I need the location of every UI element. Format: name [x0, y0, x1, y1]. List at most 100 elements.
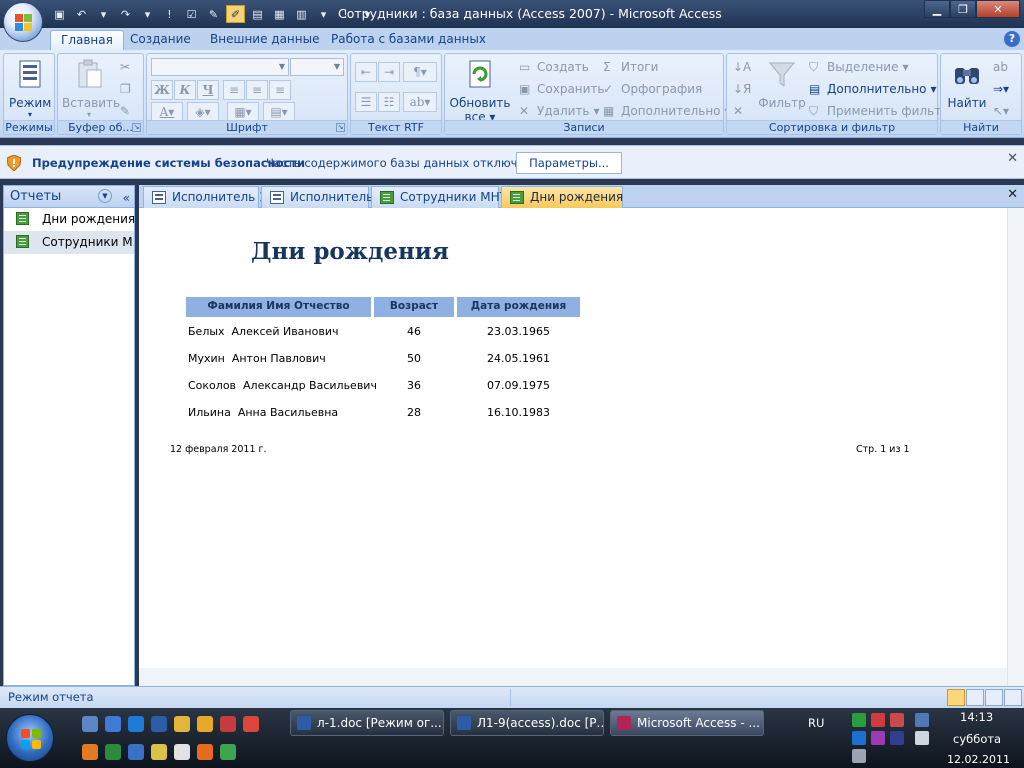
align-center-icon[interactable]: ≡: [246, 80, 268, 100]
taskbar-item-access[interactable]: Microsoft Access - ...: [610, 710, 764, 736]
quicklaunch-desktop-icon[interactable]: [105, 716, 121, 732]
paste-button[interactable]: Вставить ▾: [62, 58, 120, 119]
doc-tab-executor[interactable]: Исполнитель: [261, 186, 373, 208]
new-record-button[interactable]: ▭ Создать: [519, 58, 589, 76]
bold-button[interactable]: Ж: [151, 80, 173, 100]
report-view[interactable]: Дни рождения Фамилия Имя Отчество Возрас…: [139, 208, 1007, 668]
doc-tab-employees-mnt[interactable]: Сотрудники МНТ: [371, 186, 507, 208]
filter-button[interactable]: Фильтр: [757, 58, 807, 110]
print-preview-icon[interactable]: [966, 689, 984, 706]
quicklaunch-doc-icon[interactable]: [174, 744, 190, 760]
view-button[interactable]: Режим ▾: [9, 58, 51, 119]
align-left-icon[interactable]: ≡: [223, 80, 245, 100]
sort-descending-icon[interactable]: ↓Я: [733, 80, 751, 98]
form-icon[interactable]: ▤: [248, 5, 267, 23]
more-records-button[interactable]: ▦Дополнительно ▾: [603, 102, 731, 120]
start-button[interactable]: [6, 714, 54, 762]
tab-home[interactable]: Главная: [50, 30, 124, 50]
edit-icon[interactable]: ✎: [204, 5, 223, 23]
layout-view-icon[interactable]: [985, 689, 1003, 706]
doc-tab-executor-1[interactable]: Исполнитель 1: [143, 186, 267, 208]
office-button[interactable]: [3, 2, 43, 42]
quicklaunch-icq-icon[interactable]: [220, 744, 236, 760]
close-warning-icon[interactable]: ✕: [1007, 151, 1018, 166]
doc-tab-birthdays[interactable]: Дни рождения: [501, 186, 623, 208]
chevron-down-icon[interactable]: ▼: [98, 189, 112, 203]
maximize-button[interactable]: ❐: [950, 0, 976, 18]
spelling-button[interactable]: ✓ Орфография: [603, 80, 702, 98]
options-button[interactable]: Параметры...: [516, 152, 622, 174]
layout-dropdown-icon[interactable]: ▾: [314, 5, 333, 23]
nav-item-birthdays[interactable]: Дни рождения: [4, 208, 134, 231]
quicklaunch-app-icon[interactable]: [128, 744, 144, 760]
taskbar-item-doc2[interactable]: Л1-9(access).doc [Р...: [450, 710, 604, 736]
quicklaunch-word-icon[interactable]: [151, 716, 167, 732]
alternate-fill-icon[interactable]: ▤▾: [263, 102, 295, 122]
close-button[interactable]: ✕: [976, 0, 1020, 18]
copy-icon[interactable]: ❐: [120, 80, 131, 98]
align-right-icon[interactable]: ≡: [269, 80, 291, 100]
totals-button[interactable]: Σ Итоги: [603, 58, 658, 76]
numbering-icon[interactable]: ☷: [378, 92, 400, 112]
italic-button[interactable]: К: [174, 80, 196, 100]
goto-icon[interactable]: ⇒▾: [993, 80, 1009, 98]
redo-dropdown-icon[interactable]: ▾: [138, 5, 157, 23]
tray-h-icon[interactable]: [852, 713, 866, 727]
save-icon[interactable]: ▣: [50, 5, 69, 23]
quicklaunch-tools-icon[interactable]: [151, 744, 167, 760]
tray-network-icon[interactable]: [890, 713, 904, 727]
undo-icon[interactable]: ↶: [72, 5, 91, 23]
sort-ascending-icon[interactable]: ↓А: [733, 58, 751, 76]
delete-record-button[interactable]: ✕ Удалить ▾: [519, 102, 600, 120]
exclamation-icon[interactable]: !: [160, 5, 179, 23]
clipboard-launcher-icon[interactable]: ↘: [132, 123, 141, 132]
increase-indent-icon[interactable]: ⇥: [378, 62, 400, 82]
tray-3d-icon[interactable]: [890, 731, 904, 745]
table-icon[interactable]: ▦: [270, 5, 289, 23]
help-icon[interactable]: ?: [1004, 31, 1020, 47]
select-icon[interactable]: ↖▾: [993, 102, 1009, 120]
clear-sort-icon[interactable]: ✕: [733, 102, 743, 120]
minimize-button[interactable]: ▁: [924, 0, 950, 18]
checklist-icon[interactable]: ☑: [182, 5, 201, 23]
quicklaunch-firefox-icon[interactable]: [82, 744, 98, 760]
font-name-combo[interactable]: ▼: [151, 58, 289, 76]
font-color-icon[interactable]: A▾: [151, 102, 183, 122]
report-view-icon[interactable]: [947, 689, 965, 706]
quicklaunch-folder-icon[interactable]: [174, 716, 190, 732]
highlight-icon[interactable]: ab▾: [403, 92, 437, 112]
paragraph-icon[interactable]: ¶▾: [403, 62, 437, 82]
quicklaunch-files-icon[interactable]: [197, 716, 213, 732]
fill-color-icon[interactable]: ◈▾: [187, 102, 219, 122]
design-mode-icon[interactable]: ✐: [226, 5, 245, 23]
language-indicator[interactable]: RU: [808, 716, 824, 730]
advanced-filter-button[interactable]: ▤ Дополнительно ▾: [809, 80, 937, 98]
font-size-combo[interactable]: ▼: [290, 58, 344, 76]
quicklaunch-media-icon[interactable]: [197, 744, 213, 760]
redo-icon[interactable]: ↷: [116, 5, 135, 23]
tray-app-icon[interactable]: [871, 731, 885, 745]
quicklaunch-opera-icon[interactable]: [243, 716, 259, 732]
quicklaunch-ie-icon[interactable]: [128, 716, 144, 732]
bullets-icon[interactable]: ☰: [355, 92, 377, 112]
undo-dropdown-icon[interactable]: ▾: [94, 5, 113, 23]
underline-button[interactable]: Ч: [197, 80, 219, 100]
tab-create[interactable]: Создание: [120, 30, 201, 50]
selection-button[interactable]: ⛉ Выделение ▾: [809, 58, 909, 76]
tray-monitor-icon[interactable]: [915, 713, 929, 727]
horizontal-scroll-area[interactable]: [139, 668, 1007, 686]
layout-icon[interactable]: ▥: [292, 5, 311, 23]
save-record-button[interactable]: ▣ Сохранить: [519, 80, 605, 98]
cut-icon[interactable]: ✂: [120, 58, 130, 76]
quicklaunch-save-icon[interactable]: [220, 716, 236, 732]
tray-bluetooth-icon[interactable]: [852, 731, 866, 745]
tray-volume-icon[interactable]: [915, 731, 929, 745]
quicklaunch-explorer-icon[interactable]: [82, 716, 98, 732]
clock-date[interactable]: 12.02.2011: [947, 753, 1010, 766]
clock-time[interactable]: 14:13: [960, 710, 993, 724]
collapse-pane-icon[interactable]: «: [123, 188, 130, 209]
taskbar-item-doc1[interactable]: л-1.doc [Режим ог...: [290, 710, 444, 736]
decrease-indent-icon[interactable]: ⇤: [355, 62, 377, 82]
close-document-icon[interactable]: ✕: [1007, 187, 1018, 202]
refresh-all-button[interactable]: Обновить все ▾: [449, 58, 511, 124]
